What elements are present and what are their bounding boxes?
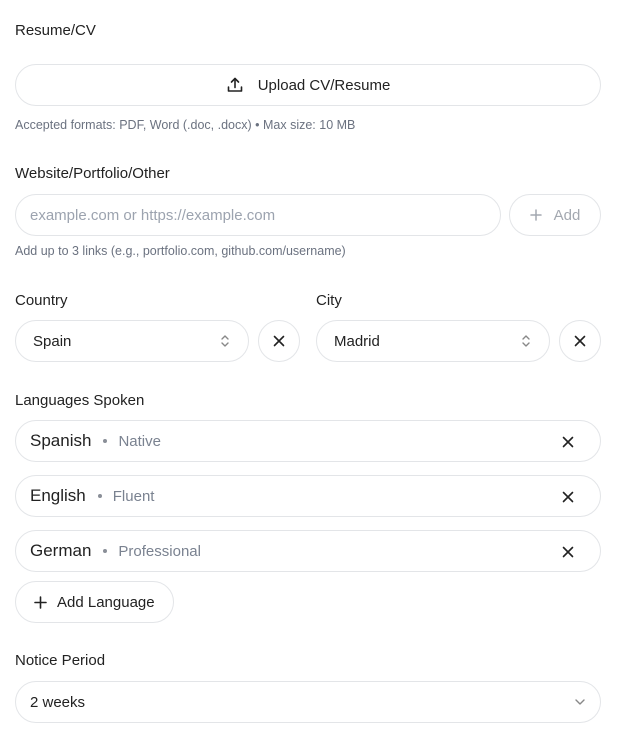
clear-country-button[interactable] bbox=[258, 320, 300, 362]
clear-city-button[interactable] bbox=[559, 320, 601, 362]
languages-label: Languages Spoken bbox=[15, 392, 145, 409]
add-link-label: Add bbox=[553, 206, 581, 224]
add-link-button[interactable]: Add bbox=[509, 194, 601, 236]
separator-dot bbox=[97, 494, 102, 498]
country-select[interactable]: Spain bbox=[15, 320, 249, 362]
language-name: Spanish bbox=[30, 431, 92, 450]
notice-period-label: Notice Period bbox=[15, 652, 106, 669]
upload-icon bbox=[226, 76, 244, 94]
country-label: Country bbox=[15, 292, 68, 309]
add-language-label: Add Language bbox=[57, 593, 155, 611]
city-value: Madrid bbox=[334, 332, 380, 350]
close-icon bbox=[562, 491, 574, 503]
separator-dot bbox=[103, 549, 108, 553]
close-icon bbox=[562, 436, 574, 448]
notice-period-select[interactable]: 2 weeks bbox=[15, 681, 601, 723]
remove-language-button[interactable] bbox=[562, 545, 574, 563]
close-icon bbox=[273, 335, 285, 347]
language-item: Spanish Native bbox=[15, 420, 601, 462]
website-label: Website/Portfolio/Other bbox=[15, 165, 170, 182]
remove-language-button[interactable] bbox=[562, 435, 574, 453]
language-level: Fluent bbox=[112, 487, 155, 505]
city-label: City bbox=[316, 292, 342, 309]
plus-icon bbox=[34, 595, 47, 609]
close-icon bbox=[562, 546, 574, 558]
country-value: Spain bbox=[33, 332, 72, 350]
chevron-down-icon bbox=[574, 698, 586, 706]
language-item: English Fluent bbox=[15, 475, 601, 517]
website-hint: Add up to 3 links (e.g., portfolio.com, … bbox=[15, 244, 346, 258]
language-level: Professional bbox=[118, 542, 201, 560]
language-name: English bbox=[30, 486, 86, 505]
language-name: German bbox=[30, 541, 92, 560]
upload-cv-label: Upload CV/Resume bbox=[257, 76, 391, 94]
upload-cv-button[interactable]: Upload CV/Resume bbox=[15, 64, 601, 106]
remove-language-button[interactable] bbox=[562, 490, 574, 508]
resume-label: Resume/CV bbox=[15, 22, 96, 39]
website-input[interactable] bbox=[15, 194, 501, 236]
notice-period-value: 2 weeks bbox=[30, 693, 86, 711]
chevron-up-down-icon bbox=[520, 334, 532, 348]
plus-icon bbox=[529, 209, 542, 221]
add-language-button[interactable]: Add Language bbox=[15, 581, 174, 623]
city-select[interactable]: Madrid bbox=[316, 320, 550, 362]
chevron-up-down-icon bbox=[219, 334, 231, 348]
language-item: German Professional bbox=[15, 530, 601, 572]
close-icon bbox=[574, 335, 586, 347]
resume-hint: Accepted formats: PDF, Word (.doc, .docx… bbox=[15, 118, 356, 132]
separator-dot bbox=[103, 439, 108, 443]
language-level: Native bbox=[118, 432, 161, 450]
